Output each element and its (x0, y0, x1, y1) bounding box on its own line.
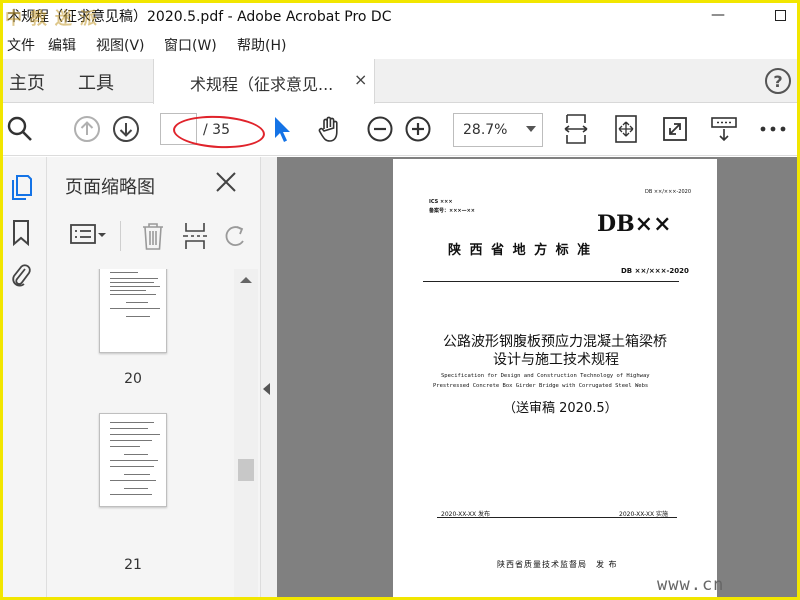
insert-page-icon[interactable] (181, 221, 209, 255)
zoom-level-select[interactable]: 28.7% (453, 113, 543, 147)
tab-close-icon[interactable]: × (354, 70, 367, 89)
scroll-up-icon[interactable] (240, 277, 252, 283)
next-page-icon[interactable] (111, 114, 141, 144)
tab-document-label: 术规程（征求意见... (190, 75, 334, 94)
menu-bar: 文件 编辑 视图(V) 窗口(W) 帮助(H) (3, 33, 797, 55)
toolbar: / 35 28.7% (3, 104, 797, 156)
record-number: 备案号：×××—×× (429, 208, 475, 214)
site-watermark: www.cn (657, 575, 725, 595)
zoom-out-icon[interactable] (365, 114, 395, 144)
std-number: DB ××/×××-2020 (621, 267, 689, 275)
fit-width-icon[interactable] (561, 114, 591, 144)
bookmark-icon[interactable] (8, 219, 34, 247)
overlay-watermark: 中 教 迷 派 (5, 9, 98, 29)
thumbnails-list: 20 21 (47, 269, 235, 597)
title-cn-line2: 设计与施工技术规程 (493, 352, 619, 368)
menu-file[interactable]: 文件 (7, 35, 35, 55)
minimize-button[interactable]: — (703, 5, 733, 25)
collapse-panel-icon[interactable] (263, 383, 270, 395)
title-en-line2: Prestressed Concrete Box Girder Bridge w… (433, 383, 649, 389)
header-rule (423, 281, 679, 282)
attachment-icon[interactable] (8, 261, 34, 289)
tab-tools[interactable]: 工具 (78, 69, 114, 95)
ics-code: ICS ××× (429, 199, 453, 205)
tab-bar: 主页 工具 术规程（征求意见... × (3, 59, 797, 104)
menu-view[interactable]: 视图(V) (96, 35, 145, 55)
title-en-line1: Specification for Design and Constructio… (441, 373, 650, 379)
panel-title: 页面缩略图 (65, 177, 155, 198)
scroll-mode-icon[interactable] (709, 114, 739, 144)
search-icon[interactable] (5, 114, 35, 144)
maximize-button[interactable] (765, 5, 795, 25)
panel-toolbar (47, 217, 261, 261)
tab-home[interactable]: 主页 (9, 69, 45, 95)
thumbnail-label-20: 20 (124, 371, 142, 387)
db-title: DB×× (597, 211, 672, 237)
delete-page-icon[interactable] (139, 221, 167, 255)
maximize-icon (774, 9, 786, 21)
thumbnail-label-21: 21 (124, 557, 142, 573)
province-standard: 陕 西 省 地 方 标 准 (448, 243, 593, 258)
page-thumbnails-panel: 页面缩略图 20 21 (47, 157, 261, 597)
menu-help[interactable]: 帮助(H) (237, 35, 286, 55)
page-thumbnails-icon[interactable] (8, 173, 34, 201)
thumbnails-scrollbar[interactable] (234, 269, 258, 597)
acrobat-window: 术规程（征求意见稿）2020.5.pdf - Adobe Acrobat Pro… (0, 0, 800, 600)
previous-page-icon[interactable] (72, 114, 102, 144)
zoom-in-icon[interactable] (403, 114, 433, 144)
title-cn-line1: 公路波形钢腹板预应力混凝土箱梁桥 (443, 334, 667, 350)
navigation-rail (3, 157, 47, 597)
tab-document[interactable]: 术规程（征求意见... × (153, 59, 375, 104)
title-bar: 术规程（征求意见稿）2020.5.pdf - Adobe Acrobat Pro… (3, 3, 797, 29)
fit-page-icon[interactable] (611, 114, 641, 144)
page-thumbnail-21[interactable] (99, 413, 167, 507)
std-number-top: DB ××/×××-2020 (645, 189, 692, 195)
draft-label: （送审稿 2020.5） (503, 401, 618, 416)
menu-window[interactable]: 窗口(W) (164, 35, 217, 55)
more-tools-icon[interactable] (758, 114, 788, 144)
rotate-page-icon[interactable] (221, 221, 249, 255)
zoom-level-value: 28.7% (463, 122, 508, 138)
page-thumbnail-20[interactable] (99, 269, 167, 353)
panel-collapse-strip[interactable] (261, 157, 277, 597)
chevron-down-icon (526, 126, 536, 132)
full-screen-icon[interactable] (660, 114, 690, 144)
select-cursor-icon[interactable] (267, 114, 297, 144)
toolbar-separator (120, 221, 121, 251)
issuer: 陕西省质量技术监督局 发 布 (497, 560, 618, 569)
close-panel-icon[interactable] (213, 169, 239, 195)
implement-date: 2020-XX-XX 实施 (619, 511, 669, 518)
options-menu-icon[interactable] (69, 221, 107, 253)
menu-edit[interactable]: 编辑 (48, 35, 76, 55)
minimize-icon: — (711, 7, 725, 23)
scrollbar-thumb[interactable] (238, 459, 254, 481)
pdf-page: DB ××/×××-2020 ICS ××× 备案号：×××—×× DB×× 陕… (393, 159, 717, 597)
help-icon[interactable]: ? (765, 68, 791, 94)
hand-tool-icon[interactable] (315, 114, 345, 144)
